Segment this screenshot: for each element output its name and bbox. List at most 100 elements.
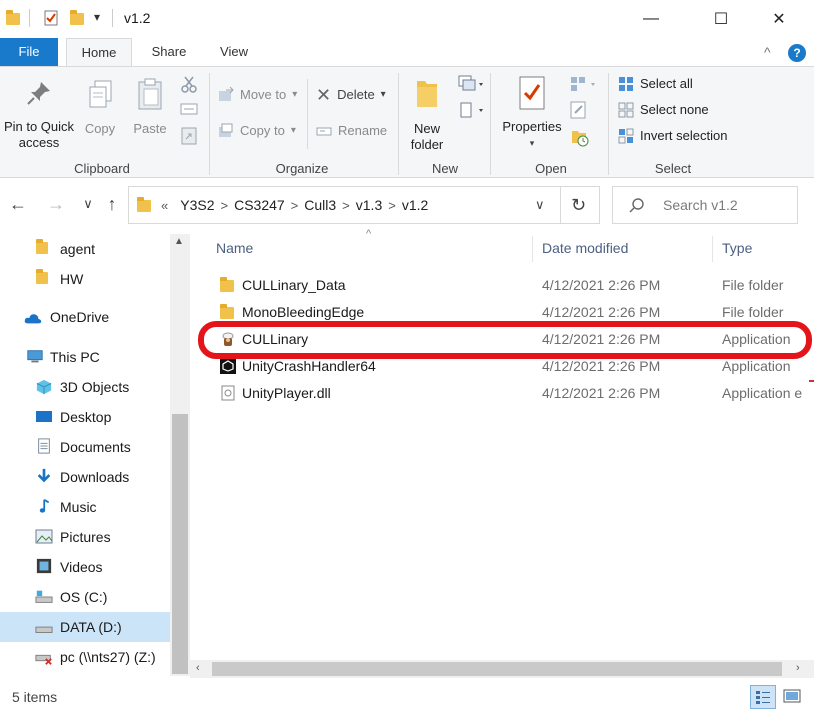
nav-item-music[interactable]: Music <box>0 492 170 522</box>
select-all-button[interactable]: Select all <box>618 73 693 95</box>
breadcrumb-v1-2[interactable]: v1.2 <box>396 197 434 213</box>
nav-pane-scroll-thumb[interactable] <box>172 414 188 674</box>
up-button[interactable]: ↑ <box>100 192 124 216</box>
nav-item-this-pc[interactable]: This PC <box>0 342 170 372</box>
minimize-button[interactable]: — <box>628 0 674 38</box>
nav-item-downloads[interactable]: Downloads <box>0 462 170 492</box>
nav-item-hw[interactable]: HW <box>0 264 170 294</box>
breadcrumb-y3s2[interactable]: Y3S2 <box>174 197 220 213</box>
copy-button[interactable]: Copy <box>80 79 120 137</box>
file-row-unitycrashhandler64[interactable]: UnityCrashHandler64 4/12/2021 2:26 PM Ap… <box>190 353 814 380</box>
nav-item-3d-objects[interactable]: 3D Objects <box>0 372 170 402</box>
history-icon[interactable] <box>570 127 590 150</box>
cut-icon[interactable] <box>180 75 198 96</box>
edit-icon[interactable] <box>570 101 588 122</box>
file-list-horizontal-scrollbar[interactable]: ‹ › <box>190 660 814 678</box>
breadcrumb-v1-3[interactable]: v1.3 <box>350 197 388 213</box>
back-button[interactable]: ← <box>6 192 30 216</box>
group-separator <box>398 73 399 175</box>
breadcrumb-separator[interactable]: > <box>342 198 350 213</box>
tab-view[interactable]: View <box>206 38 262 66</box>
tab-file[interactable]: File <box>0 38 58 66</box>
properties-icon[interactable] <box>43 10 59 26</box>
forward-button[interactable]: → <box>44 192 68 216</box>
paste-shortcut-icon[interactable] <box>180 125 198 148</box>
overflow-icon[interactable]: « <box>161 198 168 213</box>
large-icons-view-button[interactable] <box>780 685 806 709</box>
folder-icon <box>36 269 54 288</box>
search-box[interactable]: Search v1.2 <box>612 186 798 224</box>
column-divider[interactable] <box>712 236 713 262</box>
new-item-icon[interactable] <box>458 75 486 96</box>
nav-pane-scrollbar[interactable]: ▲ <box>170 234 190 676</box>
breadcrumb-separator[interactable]: > <box>388 198 396 213</box>
copy-to-button[interactable]: Copy to ▾ <box>218 120 296 142</box>
pin-label-1: Pin to Quick <box>3 119 75 134</box>
paste-button[interactable]: Paste <box>130 77 170 137</box>
chevron-down-icon: ▾ <box>290 125 296 136</box>
pin-to-quick-access-button[interactable]: Pin to Quick access <box>2 79 76 151</box>
details-view-button[interactable] <box>750 685 776 709</box>
ribbon-tabs: File Home Share View ^ ? <box>0 38 814 66</box>
breadcrumb-cs3247[interactable]: CS3247 <box>228 197 291 213</box>
breadcrumb-separator[interactable]: > <box>220 198 228 213</box>
nav-item-desktop[interactable]: Desktop <box>0 402 170 432</box>
scroll-right-icon[interactable]: › <box>796 662 800 674</box>
network-drive-icon <box>35 654 52 665</box>
copy-label: Copy <box>84 121 116 136</box>
copy-path-icon[interactable] <box>180 101 198 120</box>
breadcrumb-cull3[interactable]: Cull3 <box>298 197 342 213</box>
file-type: File folder <box>722 277 784 293</box>
open-icon[interactable] <box>570 75 600 96</box>
file-row-monobleedingedge[interactable]: MonoBleedingEdge 4/12/2021 2:26 PM File … <box>190 299 814 326</box>
pin-label-2: access <box>18 135 60 150</box>
column-header-type[interactable]: Type <box>716 234 814 264</box>
select-none-label: Select none <box>640 102 709 117</box>
nav-item-pictures[interactable]: Pictures <box>0 522 170 552</box>
new-folder-label-1: New <box>413 121 440 136</box>
scroll-up-icon[interactable]: ▲ <box>174 236 184 247</box>
easy-access-icon[interactable] <box>458 101 486 122</box>
nav-item-agent[interactable]: agent <box>0 234 170 264</box>
nav-item-onedrive[interactable]: OneDrive <box>0 302 170 332</box>
folder-icon <box>220 304 234 319</box>
file-row-cullinary[interactable]: CULLinary 4/12/2021 2:26 PM Application <box>190 326 814 353</box>
collapse-ribbon-icon[interactable]: ^ <box>764 44 771 60</box>
new-folder-button[interactable]: New folder <box>404 75 450 153</box>
tab-home[interactable]: Home <box>66 38 132 66</box>
column-header-name[interactable]: Name <box>210 234 532 264</box>
copy-to-icon <box>219 123 233 137</box>
horizontal-scroll-thumb[interactable] <box>212 662 782 676</box>
file-row-unityplayer-dll[interactable]: UnityPlayer.dll 4/12/2021 2:26 PM Applic… <box>190 380 814 407</box>
nav-item-network-z[interactable]: pc (\\nts27) (Z:) <box>0 642 170 672</box>
nav-item-videos[interactable]: Videos <box>0 552 170 582</box>
select-none-button[interactable]: Select none <box>618 99 709 121</box>
scroll-left-icon[interactable]: ‹ <box>196 662 200 674</box>
address-dropdown-icon[interactable]: ∨ <box>535 197 545 213</box>
customize-quick-access-icon[interactable]: ▾ <box>94 10 100 24</box>
file-row-cullinary-data[interactable]: CULLinary_Data 4/12/2021 2:26 PM File fo… <box>190 272 814 299</box>
tab-share[interactable]: Share <box>140 38 198 66</box>
address-bar[interactable]: « Y3S2 > CS3247 > Cull3 > v1.3 > v1.2 ∨ … <box>128 186 600 224</box>
invert-selection-button[interactable]: Invert selection <box>618 125 727 147</box>
invert-selection-icon <box>618 128 634 144</box>
move-to-button[interactable]: Move to ▾ <box>218 84 297 106</box>
nav-item-os-c[interactable]: OS (C:) <box>0 582 170 612</box>
refresh-icon[interactable]: ↻ <box>571 195 586 216</box>
new-folder-icon[interactable] <box>70 10 86 26</box>
close-button[interactable]: ✕ <box>756 0 802 38</box>
breadcrumb-separator[interactable]: > <box>291 198 299 213</box>
nav-item-documents[interactable]: Documents <box>0 432 170 462</box>
properties-icon <box>519 76 545 110</box>
column-header-date[interactable]: Date modified <box>536 234 712 264</box>
recent-locations-button[interactable]: ∨ <box>76 192 100 216</box>
maximize-button[interactable]: ☐ <box>698 0 744 38</box>
nav-item-data-d[interactable]: DATA (D:) <box>0 612 170 642</box>
unity-icon <box>220 358 236 374</box>
delete-button[interactable]: ✕ Delete ▾ <box>316 84 386 106</box>
rename-button[interactable]: Rename <box>316 120 387 142</box>
column-divider[interactable] <box>532 236 533 262</box>
properties-button[interactable]: Properties ▾ <box>498 75 566 151</box>
help-icon[interactable]: ? <box>788 44 806 62</box>
paste-icon <box>138 78 162 110</box>
